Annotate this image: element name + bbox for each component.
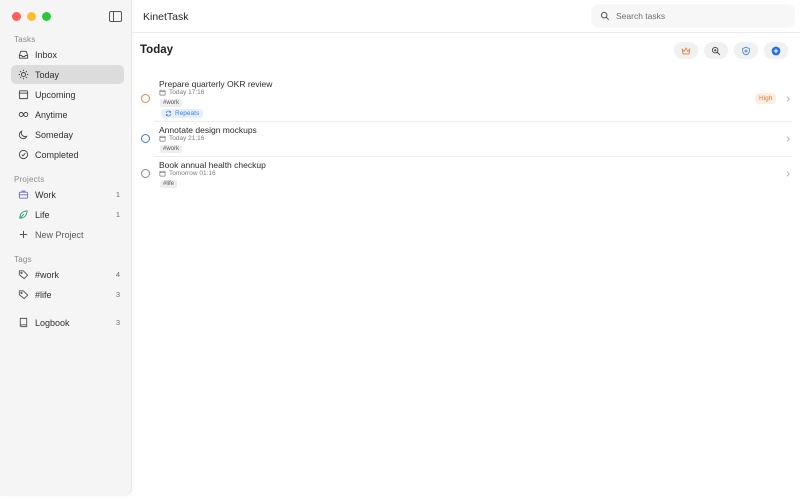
calendar-icon — [159, 135, 166, 142]
sidebar-item-label: Inbox — [35, 49, 58, 60]
app-title: KinetTask — [143, 11, 189, 23]
tag-count: 4 — [115, 270, 120, 279]
task-date: Today 21:16 — [159, 135, 204, 142]
calendar-icon — [159, 89, 166, 96]
chevron-right-icon[interactable] — [784, 135, 792, 143]
shield-icon — [741, 46, 751, 56]
header-divider — [132, 32, 800, 33]
repeat-icon — [165, 110, 172, 117]
task-date: Tomorrow 01:16 — [159, 170, 216, 177]
task-checkbox[interactable] — [141, 169, 150, 178]
logbook-count: 3 — [115, 318, 120, 327]
sidebar-item-tag-work[interactable]: #work 4 — [11, 265, 124, 284]
task-date-text: Tomorrow 01:16 — [169, 170, 216, 177]
task-date-text: Today 17:16 — [169, 89, 205, 96]
sidebar-item-label: Today — [35, 69, 60, 80]
briefcase-icon — [18, 189, 29, 200]
chevron-right-icon[interactable] — [784, 170, 792, 178]
zoom-in-icon — [711, 46, 721, 56]
sidebar-item-inbox[interactable]: Inbox — [11, 45, 124, 64]
sidebar-item-logbook[interactable]: Logbook 3 — [11, 313, 124, 332]
sidebar-item-label: Life — [35, 209, 50, 220]
repeat-label: Repeats — [175, 110, 200, 117]
new-project-label: New Project — [35, 229, 84, 240]
task-row[interactable]: Prepare quarterly OKR review Today 17:16… — [132, 76, 800, 120]
page-title: Today — [140, 44, 174, 56]
chevron-right-icon[interactable] — [784, 95, 792, 103]
sidebar-toggle-icon[interactable] — [109, 11, 122, 22]
sidebar-item-label: Anytime — [35, 109, 68, 120]
infinity-icon — [18, 109, 29, 120]
sidebar: Tasks Inbox Today Upcoming Anytime Somed… — [0, 0, 132, 496]
task-title: Prepare quarterly OKR review — [159, 79, 273, 89]
task-date: Today 17:16 — [159, 89, 204, 96]
sidebar-item-label: Upcoming — [35, 89, 76, 100]
sidebar-item-anytime[interactable]: Anytime — [11, 105, 124, 124]
search-field[interactable]: Search tasks — [592, 5, 794, 27]
sidebar-item-tag-life[interactable]: #life 3 — [11, 285, 124, 304]
sidebar-item-label: Someday — [35, 129, 74, 140]
section-label-tasks: Tasks — [14, 35, 36, 44]
app-window: Tasks Inbox Today Upcoming Anytime Somed… — [0, 0, 800, 500]
search-icon — [600, 11, 610, 21]
task-checkbox[interactable] — [141, 134, 150, 143]
sidebar-item-label: Logbook — [35, 317, 70, 328]
sidebar-item-upcoming[interactable]: Upcoming — [11, 85, 124, 104]
task-title: Annotate design mockups — [159, 125, 257, 135]
shield-button[interactable] — [734, 42, 758, 59]
check-circle-icon — [18, 149, 29, 160]
plus-icon — [18, 229, 29, 240]
sidebar-item-completed[interactable]: Completed — [11, 145, 124, 164]
minimize-window-button[interactable] — [27, 12, 36, 21]
sidebar-item-project-work[interactable]: Work 1 — [11, 185, 124, 204]
zoom-window-button[interactable] — [42, 12, 51, 21]
sidebar-item-label: #life — [35, 289, 52, 300]
search-placeholder: Search tasks — [616, 11, 666, 21]
sidebar-item-someday[interactable]: Someday — [11, 125, 124, 144]
project-count: 1 — [115, 190, 120, 199]
sun-icon — [18, 69, 29, 80]
inbox-icon — [18, 49, 29, 60]
calendar-icon — [18, 89, 29, 100]
task-tag[interactable]: #life — [160, 180, 178, 188]
section-label-projects: Projects — [14, 175, 45, 184]
tag-icon — [18, 289, 29, 300]
calendar-icon — [159, 170, 166, 177]
close-window-button[interactable] — [12, 12, 21, 21]
tag-count: 3 — [115, 290, 120, 299]
book-icon — [18, 317, 29, 328]
plus-circle-icon — [771, 46, 781, 56]
window-controls — [12, 12, 51, 21]
task-date-text: Today 21:16 — [169, 135, 205, 142]
sidebar-item-project-life[interactable]: Life 1 — [11, 205, 124, 224]
task-title: Book annual health checkup — [159, 160, 266, 170]
project-count: 1 — [115, 210, 120, 219]
sidebar-item-label: Work — [35, 189, 56, 200]
moon-icon — [18, 129, 29, 140]
task-checkbox[interactable] — [141, 94, 150, 103]
sidebar-item-label: #work — [35, 269, 60, 280]
new-project-button[interactable]: New Project — [11, 225, 124, 244]
task-tag[interactable]: #work — [160, 145, 183, 153]
crown-button[interactable] — [674, 42, 698, 59]
task-row[interactable]: Book annual health checkup Tomorrow 01:1… — [132, 157, 800, 191]
repeat-badge: Repeats — [161, 109, 204, 118]
zoom-button[interactable] — [704, 42, 728, 59]
task-row[interactable]: Annotate design mockups Today 21:16 #wor… — [132, 122, 800, 156]
leaf-icon — [18, 209, 29, 220]
priority-badge: High — [755, 93, 777, 104]
sidebar-item-today[interactable]: Today — [11, 65, 124, 84]
toolbar — [674, 42, 788, 59]
section-label-tags: Tags — [14, 255, 32, 264]
tag-icon — [18, 269, 29, 280]
task-tag[interactable]: #work — [160, 99, 183, 107]
add-task-button[interactable] — [764, 42, 788, 59]
crown-icon — [681, 46, 691, 56]
sidebar-item-label: Completed — [35, 149, 79, 160]
